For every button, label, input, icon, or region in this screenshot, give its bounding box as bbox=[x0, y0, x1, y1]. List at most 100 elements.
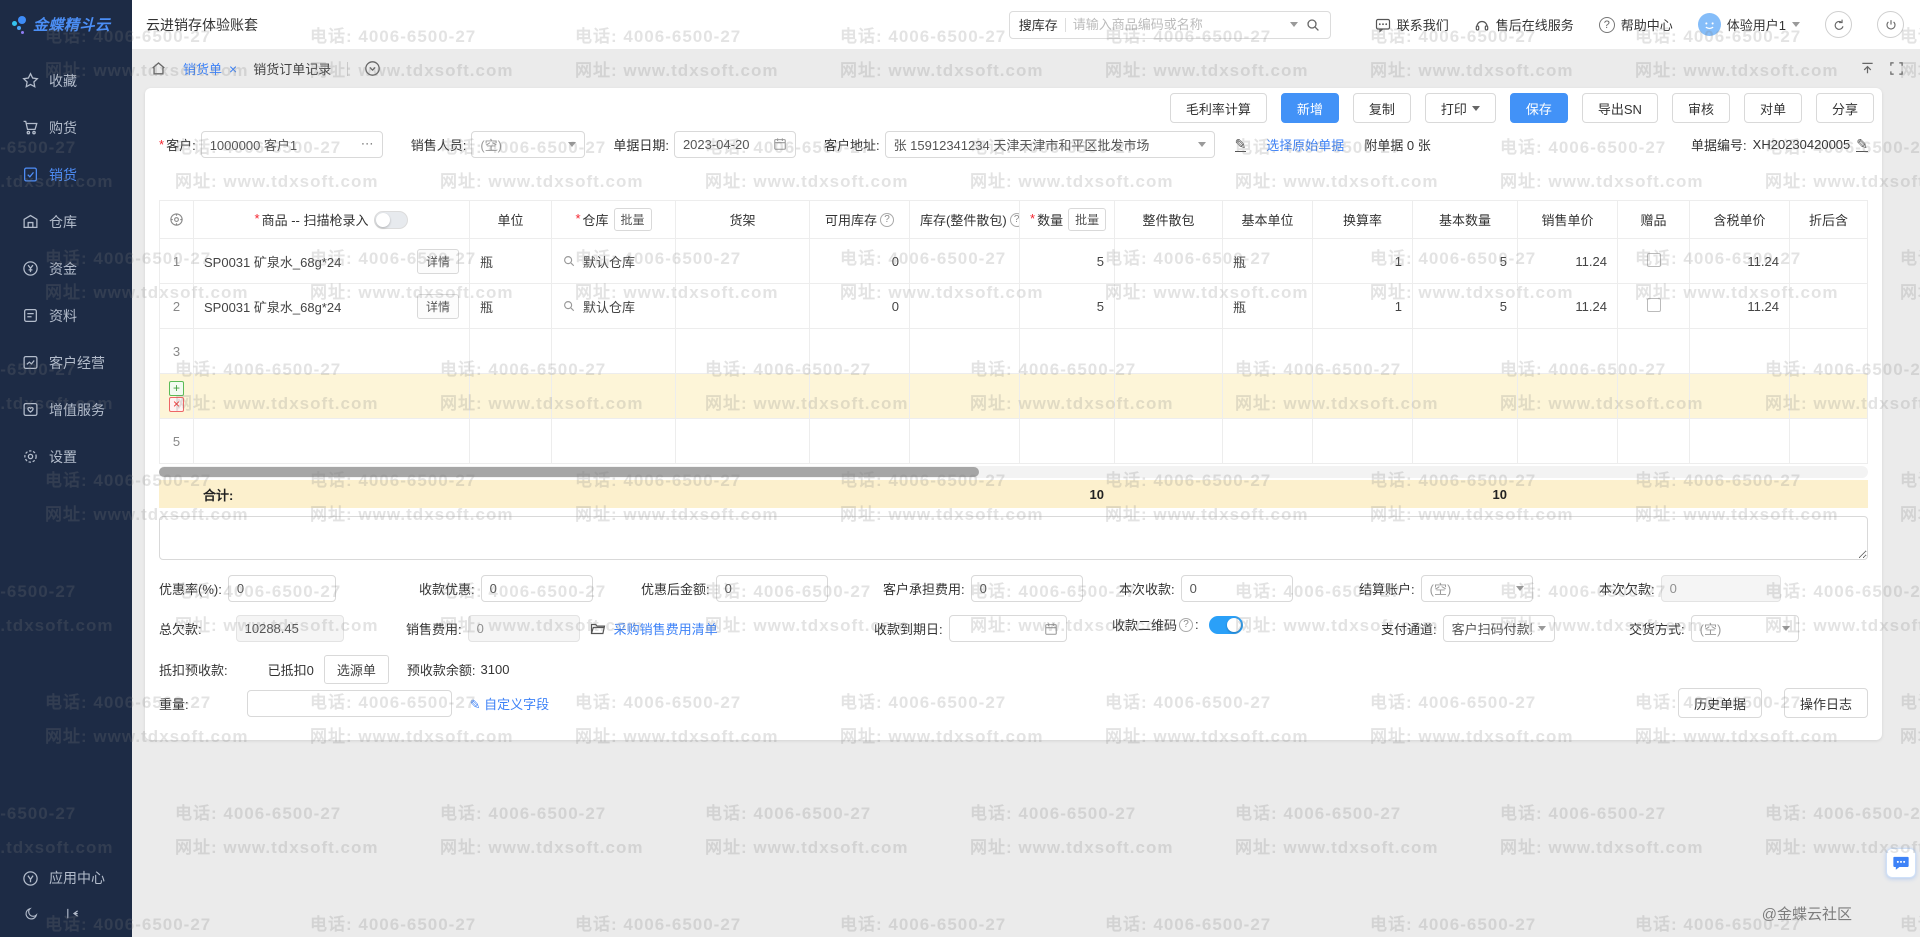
audit-button[interactable]: 审核 bbox=[1672, 93, 1730, 123]
help-icon[interactable]: ? bbox=[1179, 618, 1193, 632]
sidebar-item-customer-ops[interactable]: 客户经营 bbox=[0, 339, 132, 386]
sidebar-item-favorites[interactable]: 收藏 bbox=[0, 57, 132, 104]
back-icon[interactable] bbox=[1825, 11, 1852, 38]
warehouse-cell[interactable]: 默认仓库 bbox=[552, 284, 676, 329]
remarks-textarea[interactable] bbox=[159, 516, 1868, 560]
unit-cell[interactable]: 瓶 bbox=[470, 239, 552, 284]
shelf-cell[interactable] bbox=[676, 374, 810, 419]
more-icon[interactable]: ⋯ bbox=[361, 136, 374, 152]
sidebar-item-app-center[interactable]: 应用中心 bbox=[0, 859, 132, 897]
price-cell[interactable] bbox=[1518, 329, 1618, 374]
salesperson-select[interactable]: (空) bbox=[471, 131, 585, 158]
scrollbar-thumb[interactable] bbox=[159, 467, 979, 477]
after-discount-input[interactable]: 0 bbox=[716, 575, 828, 602]
sidebar-item-purchase[interactable]: 购货 bbox=[0, 104, 132, 151]
disc_price-cell[interactable] bbox=[1790, 329, 1868, 374]
copy-button[interactable]: 复制 bbox=[1353, 93, 1411, 123]
available-cell[interactable]: 0 bbox=[810, 239, 910, 284]
sidebar-item-vas[interactable]: 增值服务 bbox=[0, 386, 132, 433]
tax_price-cell[interactable] bbox=[1690, 374, 1790, 419]
gift-cell[interactable] bbox=[1618, 329, 1690, 374]
tab-sales-order-records[interactable]: 销货订单记录 bbox=[253, 59, 331, 78]
gift-checkbox[interactable] bbox=[1647, 253, 1661, 267]
edit-bill-no-icon[interactable]: ✎ bbox=[1856, 137, 1868, 152]
pay-channel-select[interactable]: 客户扫码付款账 bbox=[1443, 615, 1555, 642]
column-settings-icon[interactable] bbox=[160, 201, 194, 239]
stock_pack-cell[interactable] bbox=[910, 374, 1020, 419]
product-cell[interactable]: SP0031 矿泉水_68g*24详情 bbox=[194, 239, 470, 284]
disc_price-cell[interactable] bbox=[1790, 419, 1868, 464]
select-source-bill-link[interactable]: 选择原始单据 bbox=[1266, 135, 1344, 154]
unit-cell[interactable] bbox=[470, 419, 552, 464]
base_qty-cell[interactable] bbox=[1413, 374, 1518, 419]
warehouse-cell[interactable] bbox=[552, 419, 676, 464]
select-source-order-button[interactable]: 选源单 bbox=[324, 655, 389, 684]
sidebar-item-warehouse[interactable]: 仓库 bbox=[0, 198, 132, 245]
tax_price-cell[interactable] bbox=[1690, 329, 1790, 374]
base_unit-cell[interactable]: 瓶 bbox=[1223, 284, 1313, 329]
product-cell[interactable] bbox=[194, 329, 470, 374]
unit-cell[interactable] bbox=[470, 329, 552, 374]
edit-address-icon[interactable]: ✎ bbox=[1235, 137, 1247, 152]
price-cell[interactable] bbox=[1518, 374, 1618, 419]
rate-cell[interactable]: 1 bbox=[1313, 284, 1413, 329]
tab-list-dropdown-icon[interactable] bbox=[364, 60, 381, 77]
tax_price-cell[interactable]: 11.24 bbox=[1690, 239, 1790, 284]
gift-cell[interactable] bbox=[1618, 419, 1690, 464]
pack-cell[interactable] bbox=[1115, 419, 1223, 464]
rate-cell[interactable] bbox=[1313, 419, 1413, 464]
contact-us-link[interactable]: 联系我们 bbox=[1375, 15, 1449, 34]
operation-log-button[interactable]: 操作日志 bbox=[1784, 688, 1868, 718]
scan-gun-toggle[interactable] bbox=[374, 211, 408, 229]
warehouse-cell[interactable] bbox=[552, 374, 676, 419]
weight-input[interactable] bbox=[247, 690, 452, 717]
shelf-cell[interactable] bbox=[676, 419, 810, 464]
gross-margin-button[interactable]: 毛利率计算 bbox=[1170, 93, 1267, 123]
rate-cell[interactable] bbox=[1313, 374, 1413, 419]
search-input[interactable] bbox=[1073, 17, 1283, 32]
pack-cell[interactable] bbox=[1115, 239, 1223, 284]
power-icon[interactable] bbox=[1877, 11, 1904, 38]
search-icon[interactable] bbox=[1305, 17, 1321, 33]
pack-cell[interactable] bbox=[1115, 329, 1223, 374]
gift-checkbox[interactable] bbox=[1647, 298, 1661, 312]
tax_price-cell[interactable]: 11.24 bbox=[1690, 284, 1790, 329]
home-tab-icon[interactable] bbox=[150, 60, 167, 77]
export-sn-button[interactable]: 导出SN bbox=[1582, 93, 1658, 123]
payment-discount-input[interactable]: 0 bbox=[481, 575, 593, 602]
qty-cell[interactable]: 5 bbox=[1020, 239, 1115, 284]
tax_price-cell[interactable] bbox=[1690, 419, 1790, 464]
fullscreen-icon[interactable] bbox=[1889, 61, 1904, 76]
batch-button[interactable]: 批量 bbox=[614, 208, 652, 231]
gift-cell[interactable] bbox=[1618, 284, 1690, 329]
reconcile-button[interactable]: 对单 bbox=[1744, 93, 1802, 123]
price-cell[interactable]: 11.24 bbox=[1518, 239, 1618, 284]
delete-row-button[interactable]: × bbox=[169, 397, 184, 412]
gift-cell[interactable] bbox=[1618, 239, 1690, 284]
attachment-count[interactable]: 附单据 0 张 bbox=[1364, 135, 1430, 154]
base_qty-cell[interactable] bbox=[1413, 329, 1518, 374]
customer-input[interactable]: 1000000 客户1 ⋯ bbox=[201, 131, 383, 158]
available-cell[interactable] bbox=[810, 419, 910, 464]
payment-input[interactable]: 0 bbox=[1181, 575, 1293, 602]
sidebar-item-settings[interactable]: 设置 bbox=[0, 433, 132, 480]
stock_pack-cell[interactable] bbox=[910, 239, 1020, 284]
qty-cell[interactable] bbox=[1020, 419, 1115, 464]
due-date-input[interactable] bbox=[949, 615, 1067, 642]
sidebar-item-funds[interactable]: 资金 bbox=[0, 245, 132, 292]
search-scope[interactable]: 搜库存 bbox=[1019, 15, 1058, 34]
customer-fee-input[interactable]: 0 bbox=[971, 575, 1083, 602]
bill-date-input[interactable]: 2023-04-20 bbox=[674, 131, 796, 158]
help-icon[interactable]: ? bbox=[880, 213, 894, 227]
base_unit-cell[interactable] bbox=[1223, 419, 1313, 464]
custom-field-link[interactable]: ✎ 自定义字段 bbox=[470, 694, 550, 713]
save-button[interactable]: 保存 bbox=[1510, 93, 1568, 123]
brand-logo[interactable]: 金蝶精斗云 bbox=[0, 0, 132, 49]
folder-icon[interactable] bbox=[590, 621, 606, 637]
product-cell[interactable] bbox=[194, 419, 470, 464]
pack-cell[interactable] bbox=[1115, 374, 1223, 419]
global-search[interactable]: 搜库存 bbox=[1009, 11, 1331, 39]
warehouse-cell[interactable] bbox=[552, 329, 676, 374]
product-cell[interactable]: SP0031 矿泉水_68g*24详情 bbox=[194, 284, 470, 329]
collapse-sidebar-icon[interactable] bbox=[65, 906, 80, 921]
